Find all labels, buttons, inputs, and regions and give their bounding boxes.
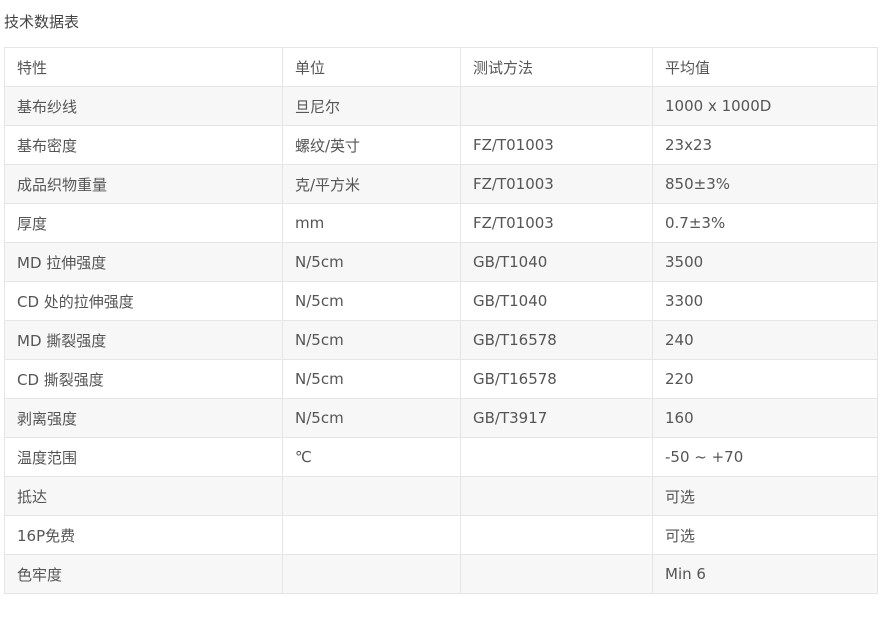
header-cell-property: 特性 bbox=[4, 47, 283, 87]
cell-unit bbox=[282, 476, 461, 516]
cell-test-method bbox=[460, 554, 653, 594]
cell-average: 可选 bbox=[652, 515, 878, 555]
cell-property: MD 撕裂强度 bbox=[4, 320, 283, 360]
cell-property: 16P免费 bbox=[4, 515, 283, 555]
cell-unit: N/5cm bbox=[282, 359, 461, 399]
cell-average: 23x23 bbox=[652, 125, 878, 165]
cell-average: 160 bbox=[652, 398, 878, 438]
cell-test-method bbox=[460, 476, 653, 516]
cell-unit: 螺纹/英寸 bbox=[282, 125, 461, 165]
table-row: 剥离强度 N/5cm GB/T3917 160 bbox=[4, 398, 878, 438]
table-row: 温度范围 ℃ -50 ~ +70 bbox=[4, 437, 878, 477]
cell-property: CD 处的拉伸强度 bbox=[4, 281, 283, 321]
table-row: MD 撕裂强度 N/5cm GB/T16578 240 bbox=[4, 320, 878, 360]
header-cell-unit: 单位 bbox=[282, 47, 461, 87]
table-row: 成品织物重量 克/平方米 FZ/T01003 850±3% bbox=[4, 164, 878, 204]
header-cell-average: 平均值 bbox=[652, 47, 878, 87]
table-row: 色牢度 Min 6 bbox=[4, 554, 878, 594]
table-row: MD 拉伸强度 N/5cm GB/T1040 3500 bbox=[4, 242, 878, 282]
cell-test-method: GB/T1040 bbox=[460, 281, 653, 321]
cell-average: 1000 x 1000D bbox=[652, 86, 878, 126]
cell-property: 厚度 bbox=[4, 203, 283, 243]
cell-average: 3300 bbox=[652, 281, 878, 321]
table-row: CD 处的拉伸强度 N/5cm GB/T1040 3300 bbox=[4, 281, 878, 321]
cell-test-method bbox=[460, 437, 653, 477]
cell-average: 850±3% bbox=[652, 164, 878, 204]
table-header-row: 特性 单位 测试方法 平均值 bbox=[4, 47, 878, 87]
header-cell-test-method: 测试方法 bbox=[460, 47, 653, 87]
cell-test-method: FZ/T01003 bbox=[460, 164, 653, 204]
cell-property: 抵达 bbox=[4, 476, 283, 516]
cell-average: 可选 bbox=[652, 476, 878, 516]
cell-average: Min 6 bbox=[652, 554, 878, 594]
table-row: 基布密度 螺纹/英寸 FZ/T01003 23x23 bbox=[4, 125, 878, 165]
cell-unit: 克/平方米 bbox=[282, 164, 461, 204]
cell-unit: N/5cm bbox=[282, 242, 461, 282]
cell-unit: N/5cm bbox=[282, 398, 461, 438]
cell-test-method: GB/T1040 bbox=[460, 242, 653, 282]
cell-test-method: FZ/T01003 bbox=[460, 125, 653, 165]
cell-unit: N/5cm bbox=[282, 320, 461, 360]
cell-property: MD 拉伸强度 bbox=[4, 242, 283, 282]
cell-unit: 旦尼尔 bbox=[282, 86, 461, 126]
cell-test-method bbox=[460, 515, 653, 555]
cell-property: 基布密度 bbox=[4, 125, 283, 165]
table-row: CD 撕裂强度 N/5cm GB/T16578 220 bbox=[4, 359, 878, 399]
cell-unit bbox=[282, 554, 461, 594]
cell-property: 成品织物重量 bbox=[4, 164, 283, 204]
cell-unit: N/5cm bbox=[282, 281, 461, 321]
cell-average: -50 ~ +70 bbox=[652, 437, 878, 477]
cell-test-method: GB/T3917 bbox=[460, 398, 653, 438]
table-row: 基布纱线 旦尼尔 1000 x 1000D bbox=[4, 86, 878, 126]
cell-average: 220 bbox=[652, 359, 878, 399]
table-row: 厚度 mm FZ/T01003 0.7±3% bbox=[4, 203, 878, 243]
cell-property: CD 撕裂强度 bbox=[4, 359, 283, 399]
cell-property: 色牢度 bbox=[4, 554, 283, 594]
cell-property: 剥离强度 bbox=[4, 398, 283, 438]
cell-average: 3500 bbox=[652, 242, 878, 282]
cell-average: 0.7±3% bbox=[652, 203, 878, 243]
table-row: 抵达 可选 bbox=[4, 476, 878, 516]
page-title: 技术数据表 bbox=[4, 13, 80, 31]
cell-unit: ℃ bbox=[282, 437, 461, 477]
cell-test-method bbox=[460, 86, 653, 126]
cell-average: 240 bbox=[652, 320, 878, 360]
cell-unit: mm bbox=[282, 203, 461, 243]
cell-test-method: GB/T16578 bbox=[460, 359, 653, 399]
spec-table: 特性 单位 测试方法 平均值 基布纱线 旦尼尔 1000 x 1000D 基布密度 螺纹… bbox=[4, 47, 878, 594]
table-row: 16P免费 可选 bbox=[4, 515, 878, 555]
cell-property: 基布纱线 bbox=[4, 86, 283, 126]
cell-test-method: GB/T16578 bbox=[460, 320, 653, 360]
cell-test-method: FZ/T01003 bbox=[460, 203, 653, 243]
cell-unit bbox=[282, 515, 461, 555]
cell-property: 温度范围 bbox=[4, 437, 283, 477]
